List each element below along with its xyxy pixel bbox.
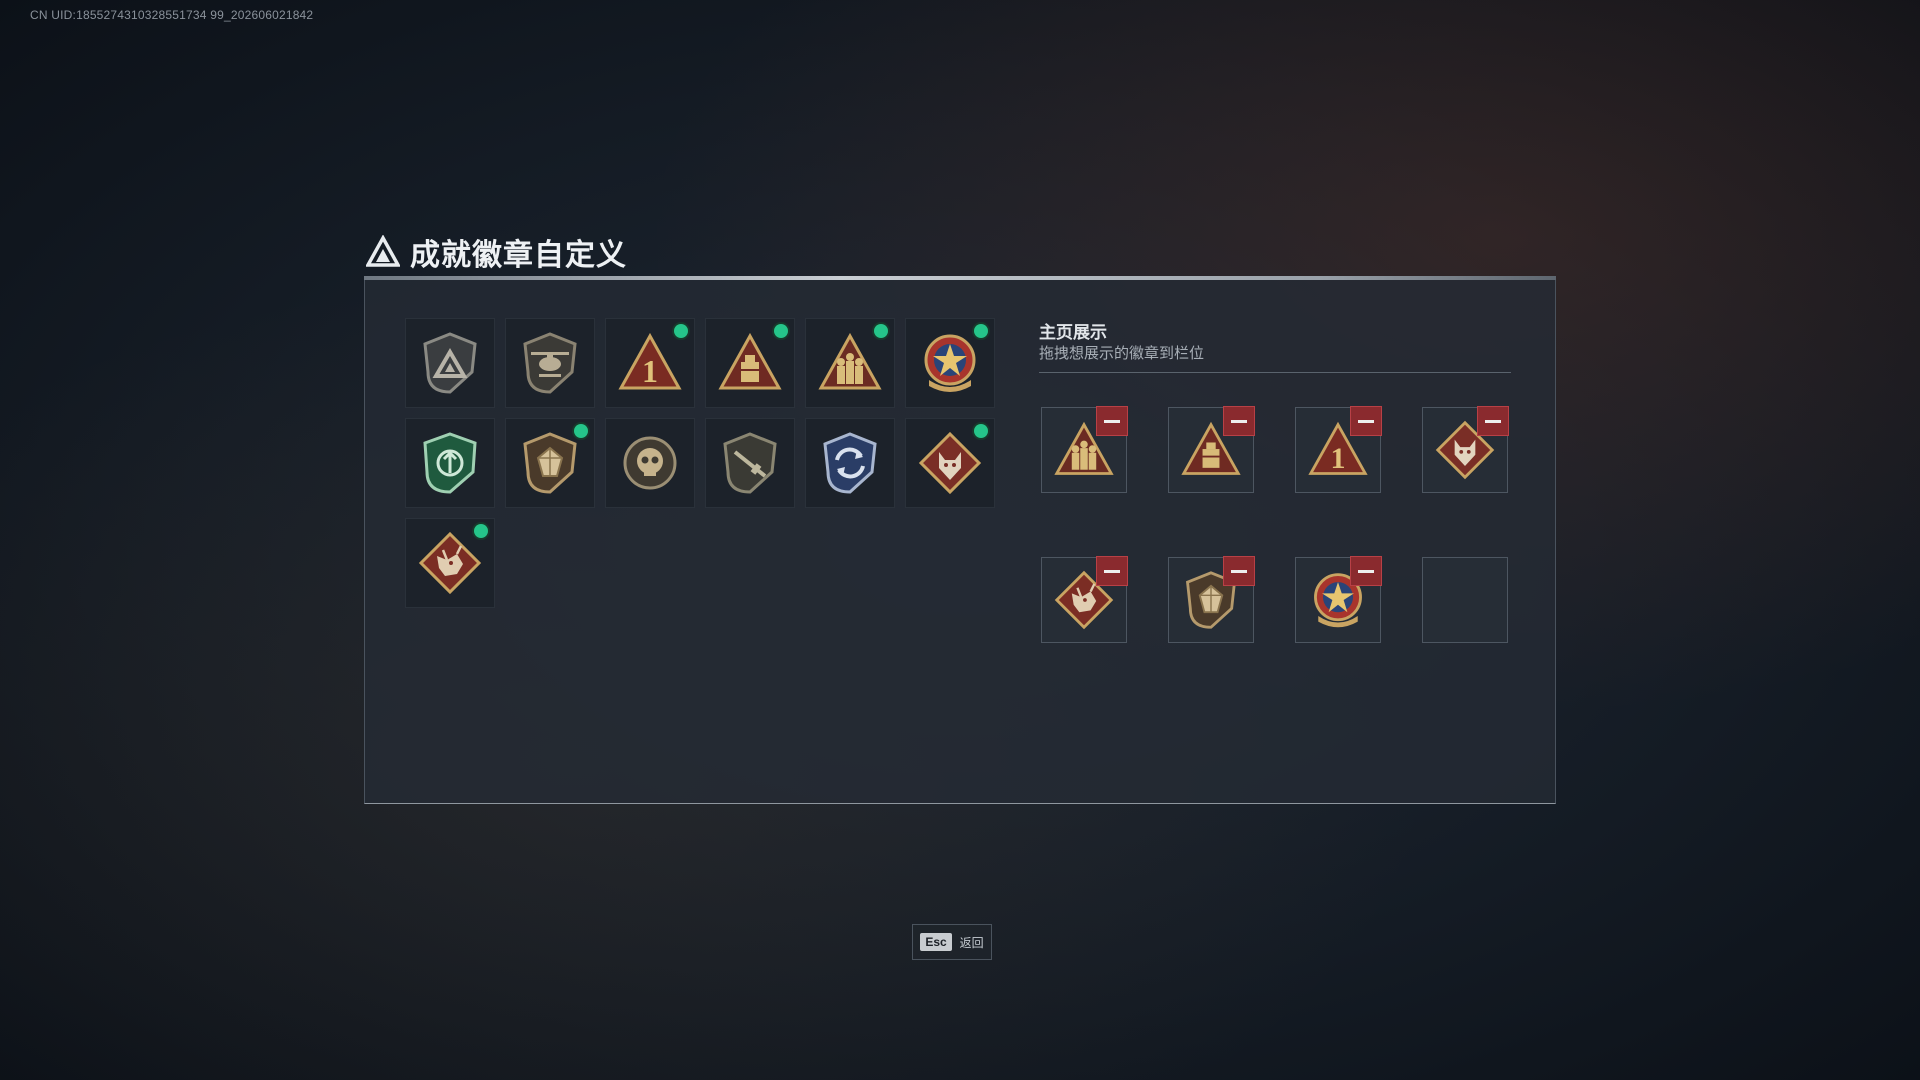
badge-cell[interactable]: 1	[605, 318, 695, 408]
rifle-shield-icon	[723, 432, 777, 494]
title-bar: 成就徽章自定义	[366, 232, 627, 272]
badge-cell[interactable]	[605, 418, 695, 508]
badge-cell[interactable]	[705, 418, 795, 508]
minus-icon	[1358, 569, 1374, 573]
triangle-soldiers-icon	[818, 332, 882, 390]
remove-badge-button[interactable]	[1350, 556, 1382, 586]
star-medal-icon	[924, 334, 976, 392]
esc-key: Esc	[920, 933, 952, 951]
triangle-number-1-icon: 1	[618, 332, 682, 390]
empty-showcase-slot[interactable]	[1422, 557, 1508, 643]
new-indicator-dot	[974, 424, 988, 438]
showcase-subtitle: 拖拽想展示的徽章到栏位	[1039, 345, 1205, 362]
badge-cell[interactable]	[805, 318, 895, 408]
remove-badge-button[interactable]	[1096, 556, 1128, 586]
minus-icon	[1231, 569, 1247, 573]
delta-logo-icon	[366, 235, 400, 267]
back-label: 返回	[959, 935, 984, 950]
new-indicator-dot	[574, 424, 588, 438]
minus-icon	[1358, 419, 1374, 423]
minus-icon	[1231, 419, 1247, 423]
remove-badge-button[interactable]	[1223, 406, 1255, 436]
showcase-slot[interactable]	[1041, 556, 1128, 643]
showcase-slot[interactable]	[1168, 556, 1255, 643]
badge-cell[interactable]	[705, 318, 795, 408]
minus-icon	[1104, 419, 1120, 423]
showcase-slot[interactable]	[1168, 406, 1255, 493]
showcase-slot[interactable]	[1295, 556, 1382, 643]
showcase-slot[interactable]: 1	[1295, 406, 1382, 493]
wolf-diamond-icon	[918, 431, 982, 495]
badge-cell[interactable]	[805, 418, 895, 508]
new-indicator-dot	[674, 324, 688, 338]
new-indicator-dot	[774, 324, 788, 338]
page-title: 成就徽章自定义	[410, 239, 627, 272]
remove-badge-button[interactable]	[1350, 406, 1382, 436]
new-indicator-dot	[474, 524, 488, 538]
badge-cell[interactable]	[905, 418, 995, 508]
badge-cell[interactable]	[405, 318, 495, 408]
triangle-box-icon	[718, 332, 782, 390]
svg-text:1: 1	[642, 353, 658, 389]
showcase-divider	[1039, 372, 1511, 373]
badge-cell[interactable]	[405, 418, 495, 508]
helicopter-shield-icon	[523, 332, 577, 394]
dragon-diamond-icon	[418, 531, 482, 595]
badge-cell[interactable]	[505, 418, 595, 508]
green-shield-icon	[423, 432, 477, 494]
showcase-slot[interactable]	[1422, 406, 1509, 493]
minus-icon	[1485, 419, 1501, 423]
remove-badge-button[interactable]	[1223, 556, 1255, 586]
badge-panel: 1 主页展示 拖拽想展示的徽章到栏位 1	[364, 280, 1556, 804]
svg-text:1: 1	[1330, 441, 1345, 475]
showcase-slot[interactable]	[1041, 406, 1128, 493]
remove-badge-button[interactable]	[1096, 406, 1128, 436]
showcase-slots: 1	[1041, 406, 1509, 643]
minus-icon	[1104, 569, 1120, 573]
remove-badge-button[interactable]	[1477, 406, 1509, 436]
badge-grid: 1	[405, 318, 995, 608]
back-button[interactable]: Esc 返回	[912, 924, 992, 960]
shield-triangle-icon	[423, 332, 477, 394]
badge-cell[interactable]	[505, 318, 595, 408]
blue-arrows-shield-icon	[823, 432, 877, 494]
skull-emblem-icon	[623, 436, 677, 490]
uid-text: CN UID:1855274310328551734 99_2026060218…	[30, 8, 314, 22]
showcase-title: 主页展示	[1039, 323, 1107, 342]
new-indicator-dot	[974, 324, 988, 338]
badge-cell[interactable]	[905, 318, 995, 408]
gem-shield-icon	[523, 432, 577, 494]
new-indicator-dot	[874, 324, 888, 338]
badge-cell[interactable]	[405, 518, 495, 608]
